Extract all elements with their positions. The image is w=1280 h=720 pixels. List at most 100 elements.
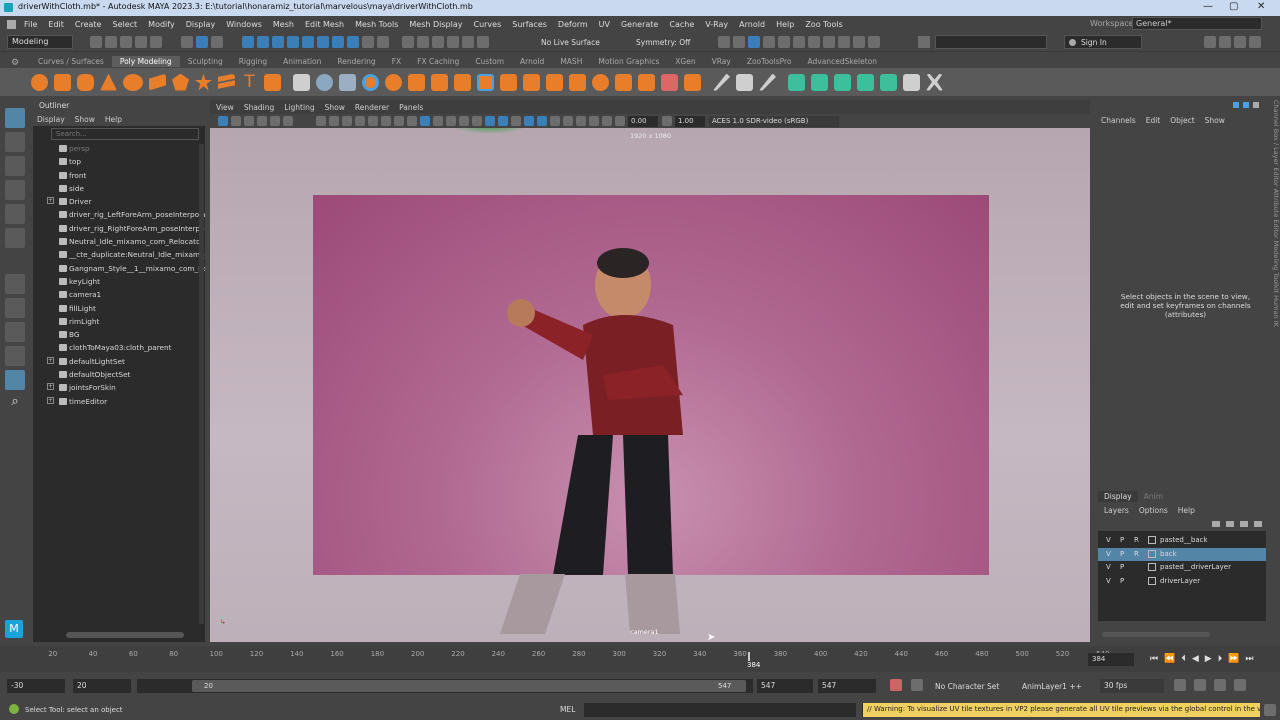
expand-icon[interactable]: + xyxy=(47,383,54,391)
channels-edit-menu[interactable]: Edit xyxy=(1146,116,1161,125)
shelf-tab-mash[interactable]: MASH xyxy=(552,56,590,67)
shelf-tab-motion-graphics[interactable]: Motion Graphics xyxy=(590,56,667,67)
xray-active-icon[interactable] xyxy=(355,116,365,126)
image-plane-icon[interactable] xyxy=(257,116,267,126)
move-tool-icon[interactable] xyxy=(5,180,25,200)
poly-cylinder-icon[interactable] xyxy=(77,73,94,91)
outliner-item[interactable]: __cte_duplicate:Neutral_Idle_mixamo_ xyxy=(33,248,205,261)
hypershade-icon[interactable] xyxy=(778,36,790,48)
depth-of-field-icon[interactable] xyxy=(576,116,586,126)
home-icon[interactable] xyxy=(7,19,16,29)
svg-icon[interactable] xyxy=(264,73,281,91)
motion-blur-icon[interactable] xyxy=(550,116,560,126)
xray-joints-icon[interactable] xyxy=(342,116,352,126)
snap-grid-icon[interactable] xyxy=(402,36,414,48)
input-line-icon[interactable] xyxy=(918,36,930,48)
outliner-item[interactable]: driver_rig_LeftForeArm_poseInterpola xyxy=(33,208,205,221)
play-forwards-icon[interactable]: ▶ xyxy=(1205,654,1212,664)
step-back-key-icon[interactable]: ⏪ xyxy=(1164,654,1175,664)
layer-visibility-toggle[interactable]: V xyxy=(1106,577,1111,585)
time-slider[interactable]: 20 40 60 80 100 120 140 160 180 200 220 240 260 280 30… xyxy=(0,646,1280,672)
shelf-tab-fx[interactable]: FX xyxy=(384,56,409,67)
zoo-tool-4-icon[interactable] xyxy=(857,73,874,91)
panel-close-icon[interactable] xyxy=(1253,102,1259,108)
shadows-icon[interactable] xyxy=(524,116,534,126)
menu-edit[interactable]: Edit xyxy=(48,20,64,29)
menu-mesh-display[interactable]: Mesh Display xyxy=(409,20,462,29)
menu-display[interactable]: Display xyxy=(186,20,216,29)
outliner-item[interactable]: defaultObjectSet xyxy=(33,368,205,381)
layer-visibility-toggle[interactable]: V xyxy=(1106,550,1111,558)
field-chart-icon[interactable] xyxy=(420,116,430,126)
tab-display[interactable]: Display xyxy=(1098,491,1138,502)
poly-type-icon[interactable]: T xyxy=(241,73,258,91)
multi-cut-icon[interactable] xyxy=(546,73,563,91)
layer-playback-toggle[interactable]: P xyxy=(1120,577,1124,585)
poly-plane-icon[interactable] xyxy=(149,73,166,91)
undo-icon[interactable] xyxy=(135,36,147,48)
shelf-tab-vray[interactable]: VRay xyxy=(704,56,739,67)
mask-face-icon[interactable] xyxy=(272,36,284,48)
select-hierarchy-icon[interactable] xyxy=(181,36,193,48)
expand-icon[interactable]: + xyxy=(47,356,54,364)
viewport-menu-lighting[interactable]: Lighting xyxy=(284,103,314,112)
use-all-lights-icon[interactable] xyxy=(511,116,521,126)
modeling-toolkit-icon[interactable] xyxy=(1204,36,1216,48)
channels-object-menu[interactable]: Object xyxy=(1170,116,1194,125)
menu-modify[interactable]: Modify xyxy=(148,20,175,29)
select-component-icon[interactable] xyxy=(211,36,223,48)
sign-in-dropdown[interactable]: Sign In xyxy=(1064,35,1142,49)
menu-windows[interactable]: Windows xyxy=(226,20,262,29)
layer-reference-toggle[interactable]: R xyxy=(1134,550,1139,558)
extract-icon[interactable] xyxy=(684,73,701,91)
menu-generate[interactable]: Generate xyxy=(621,20,658,29)
xray-icon[interactable] xyxy=(329,116,339,126)
zoo-tool-5-icon[interactable] xyxy=(880,73,897,91)
snap-curve-icon[interactable] xyxy=(417,36,429,48)
menu-uv[interactable]: UV xyxy=(599,20,610,29)
layer-playback-toggle[interactable]: P xyxy=(1120,536,1124,544)
script-editor-icon[interactable] xyxy=(1264,704,1276,716)
animation-start-field[interactable]: -30 xyxy=(7,679,65,693)
layer-color-swatch[interactable] xyxy=(1148,563,1156,571)
layer-scrollbar[interactable] xyxy=(1102,632,1210,637)
symmetry-dropdown[interactable]: Symmetry: Off xyxy=(636,38,690,47)
menu-select[interactable]: Select xyxy=(112,20,137,29)
mask-render-icon[interactable] xyxy=(347,36,359,48)
outliner-item[interactable]: Neutral_Idle_mixamo_com_Relocator xyxy=(33,235,205,248)
current-frame-field[interactable]: 384 xyxy=(1088,653,1134,666)
single-perspective-layout-icon[interactable] xyxy=(5,298,25,318)
workspace-dropdown[interactable]: General* xyxy=(1132,17,1262,30)
outliner-item[interactable]: fillLight xyxy=(33,302,205,315)
zoo-tool-3-icon[interactable] xyxy=(834,73,851,91)
outliner-menu-display[interactable]: Display xyxy=(37,115,65,124)
bookmark-timeline-icon[interactable] xyxy=(1214,679,1226,691)
four-view-layout-icon[interactable] xyxy=(5,322,25,342)
color-space-dropdown[interactable]: ACES 1.0 SDR-video (sRGB) xyxy=(709,115,839,127)
poly-helix-icon[interactable] xyxy=(218,73,235,89)
viewport-scene[interactable]: 1920 x 1080 ↳ camera1 ➤ xyxy=(210,128,1090,642)
append-polygon-icon[interactable] xyxy=(477,73,494,91)
tool-settings-icon[interactable] xyxy=(1234,36,1246,48)
shelf-menu-icon[interactable]: ⚙ xyxy=(11,58,19,68)
menu-arnold[interactable]: Arnold xyxy=(739,20,765,29)
playback-start-field[interactable]: 20 xyxy=(73,679,131,693)
outliner-item[interactable]: BG xyxy=(33,328,205,341)
film-gate-icon[interactable] xyxy=(381,116,391,126)
shelf-tab-zootoolspro[interactable]: ZooToolsPro xyxy=(739,56,800,67)
step-forward-key-icon[interactable]: ⏩ xyxy=(1228,654,1239,664)
mask-deform-icon[interactable] xyxy=(317,36,329,48)
channels-menu[interactable]: Channels xyxy=(1101,116,1136,125)
mask-vertex-icon[interactable] xyxy=(242,36,254,48)
sound-icon[interactable] xyxy=(1194,679,1206,691)
outliner-item[interactable]: rimLight xyxy=(33,315,205,328)
layer-color-swatch[interactable] xyxy=(1148,576,1156,585)
gamma-icon[interactable] xyxy=(662,116,672,126)
render-settings-icon[interactable] xyxy=(763,36,775,48)
combine-icon[interactable] xyxy=(293,73,310,91)
vray-render-icon[interactable] xyxy=(838,36,850,48)
bridge-icon[interactable] xyxy=(431,73,448,91)
shelf-tab-custom[interactable]: Custom xyxy=(467,56,512,67)
input-line-field[interactable] xyxy=(935,35,1047,49)
merge-icon[interactable] xyxy=(615,73,632,91)
